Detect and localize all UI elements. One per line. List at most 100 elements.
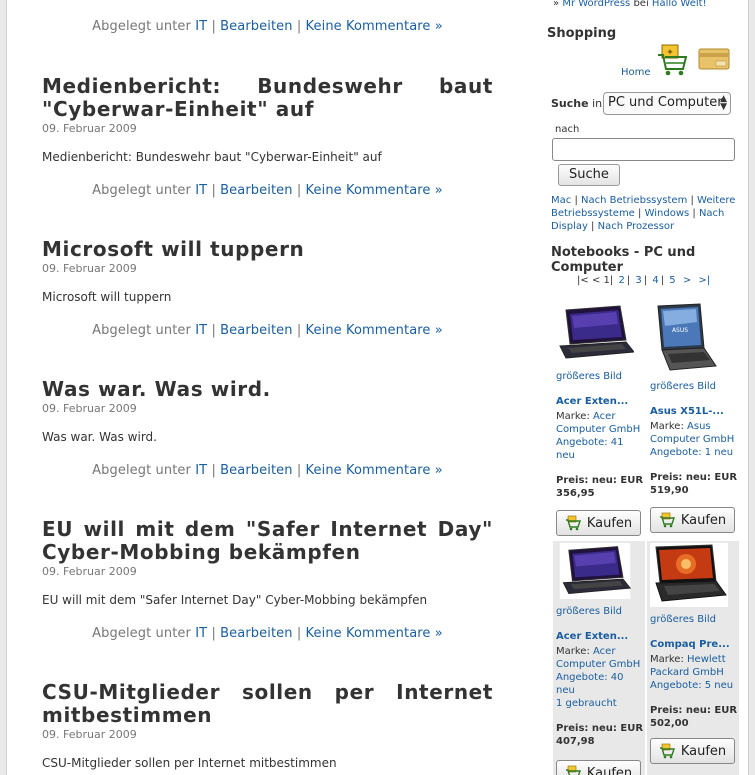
compaq-icon[interactable]	[650, 543, 728, 607]
product-brand: Marke: Asus Computer GmbH	[650, 420, 738, 446]
category-link[interactable]: IT	[195, 323, 207, 338]
price-value: 519,90	[650, 485, 689, 496]
product-offers: Angebote: 1 neu	[650, 446, 739, 459]
filed-under-label: Abgelegt unter	[92, 463, 191, 478]
edit-link[interactable]: Bearbeiten	[220, 463, 292, 478]
comments-link[interactable]: Keine Kommentare »	[306, 183, 443, 198]
buy-button[interactable]: Kaufen	[650, 738, 735, 764]
category-link[interactable]: IT	[195, 626, 207, 641]
bigger-image-link[interactable]: größeres Bild	[556, 605, 645, 618]
acer-icon[interactable]	[556, 302, 635, 364]
search-label-bold: Suche	[551, 97, 589, 110]
post: Abgelegt unter IT | Bearbeiten | Keine K…	[42, 11, 493, 35]
pager-next[interactable]: >	[683, 275, 691, 286]
buy-button[interactable]: Kaufen	[556, 760, 641, 775]
comment-word: bei	[633, 0, 649, 9]
product-card: größeres Bild Compaq Pre... Marke: Hewle…	[647, 541, 739, 775]
comments-link[interactable]: Keine Kommentare »	[306, 626, 443, 641]
page: Abgelegt unter IT | Bearbeiten | Keine K…	[6, 0, 749, 775]
product-name-link[interactable]: Acer Exten...	[556, 395, 645, 408]
offers-link[interactable]: Angebote: 41 neu	[556, 437, 624, 461]
price-value: 502,00	[650, 718, 689, 729]
edit-link[interactable]: Bearbeiten	[220, 323, 292, 338]
offers-link[interactable]: Angebote: 5 neu	[650, 680, 733, 691]
filed-under-label: Abgelegt unter	[92, 183, 191, 198]
buy-label: Kaufen	[680, 512, 727, 528]
search-input[interactable]	[552, 138, 735, 161]
brand-label: Marke:	[556, 411, 590, 422]
buy-label: Kaufen	[586, 765, 633, 775]
category-windows[interactable]: Windows	[645, 208, 690, 219]
category-links: Mac | Nach Betriebssystem | Weitere Betr…	[551, 195, 736, 232]
bigger-image-link[interactable]: größeres Bild	[650, 380, 739, 393]
post: Medienbericht: Bundeswehr baut "Cyberwar…	[42, 75, 493, 199]
product-price: Preis: neu: EUR 407,98	[556, 722, 645, 748]
pager-first: |<	[577, 275, 589, 286]
product-name-link[interactable]: Asus X51L-...	[650, 405, 739, 418]
pager-last[interactable]: >|	[698, 275, 710, 286]
buy-button[interactable]: Kaufen	[650, 507, 735, 533]
pager-page-2[interactable]: 2	[618, 275, 624, 286]
shopping-cart-icon[interactable]: ✦	[656, 43, 688, 77]
search-label: Suche in	[551, 97, 602, 110]
offers-used-link[interactable]: 1 gebraucht	[556, 698, 617, 709]
post: Was war. Was wird. 09. Februar 2009 Was …	[42, 378, 493, 479]
separator: |	[211, 183, 216, 198]
category-os[interactable]: Nach Betriebssystem	[581, 195, 687, 206]
post-title-link[interactable]: Microsoft will tuppern	[42, 237, 304, 261]
bigger-image-link[interactable]: größeres Bild	[556, 370, 645, 383]
product-card: größeres Bild Acer Exten... Marke: Acer …	[553, 541, 645, 775]
select-arrows-icon: ▲ ▼	[720, 94, 727, 112]
post-title[interactable]: EU will mit dem "Safer Internet Day" Cyb…	[42, 518, 493, 564]
post-title[interactable]: Medienbericht: Bundeswehr baut "Cyberwar…	[42, 75, 493, 121]
comment-author-link[interactable]: Mr WordPress	[562, 0, 630, 9]
edit-link[interactable]: Bearbeiten	[220, 19, 292, 34]
product-name-link[interactable]: Acer Exten...	[556, 630, 645, 643]
post-date: 09. Februar 2009	[42, 262, 137, 275]
edit-link[interactable]: Bearbeiten	[220, 626, 292, 641]
select-value: PC und Computer	[608, 95, 723, 110]
shop-home-link[interactable]: Home	[621, 67, 651, 78]
comment-post-link[interactable]: Hallo Welt!	[652, 0, 707, 9]
post-title[interactable]: CSU-Mitglieder sollen per Internet mitbe…	[42, 681, 493, 727]
comments-link[interactable]: Keine Kommentare »	[306, 463, 443, 478]
post-title-link[interactable]: EU will mit dem "Safer Internet Day" Cyb…	[42, 517, 493, 564]
category-link[interactable]: IT	[195, 19, 207, 34]
credit-card-icon[interactable]	[698, 48, 730, 70]
category-link[interactable]: IT	[195, 463, 207, 478]
buy-label: Kaufen	[586, 515, 633, 531]
pager-page-4[interactable]: 4	[652, 275, 658, 286]
asus-icon[interactable]: ASUS	[650, 302, 728, 374]
post-title[interactable]: Was war. Was wird.	[42, 378, 493, 401]
product-name-link[interactable]: Compaq Pre...	[650, 638, 739, 651]
category-processor[interactable]: Nach Prozessor	[598, 221, 675, 232]
search-button[interactable]: Suche	[558, 164, 620, 186]
buy-button[interactable]: Kaufen	[556, 510, 641, 536]
cart-icon	[565, 515, 581, 531]
post-meta: Abgelegt unter IT | Bearbeiten | Keine K…	[42, 19, 493, 35]
edit-link[interactable]: Bearbeiten	[220, 183, 292, 198]
recent-comment: » Mr WordPress bei Hallo Welt!	[553, 0, 707, 9]
offers-link[interactable]: Angebote: 40 neu	[556, 672, 624, 696]
category-link[interactable]: IT	[195, 183, 207, 198]
bigger-image-link[interactable]: größeres Bild	[650, 613, 739, 626]
post-title-link[interactable]: CSU-Mitglieder sollen per Internet mitbe…	[42, 680, 493, 727]
pager-page-3[interactable]: 3	[635, 275, 641, 286]
pager-page-5[interactable]: 5	[669, 275, 675, 286]
comments-link[interactable]: Keine Kommentare »	[306, 19, 443, 34]
offers-link[interactable]: Angebote: 1 neu	[650, 447, 733, 458]
post-title[interactable]: Microsoft will tuppern	[42, 238, 493, 261]
separator: |	[296, 183, 302, 198]
search-nach-label: nach	[555, 124, 580, 135]
cart-icon	[659, 512, 675, 528]
post: EU will mit dem "Safer Internet Day" Cyb…	[42, 518, 493, 642]
post-date: 09. Februar 2009	[42, 402, 137, 415]
acer-icon[interactable]	[556, 543, 634, 599]
post-meta: Abgelegt unter IT | Bearbeiten | Keine K…	[42, 626, 493, 642]
search-category-select[interactable]: PC und Computer ▲ ▼	[603, 92, 731, 115]
post-title-link[interactable]: Was war. Was wird.	[42, 377, 271, 401]
category-mac[interactable]: Mac	[551, 195, 571, 206]
post-title-link[interactable]: Medienbericht: Bundeswehr baut "Cyberwar…	[42, 74, 493, 121]
bullet: »	[553, 0, 560, 9]
comments-link[interactable]: Keine Kommentare »	[306, 323, 443, 338]
